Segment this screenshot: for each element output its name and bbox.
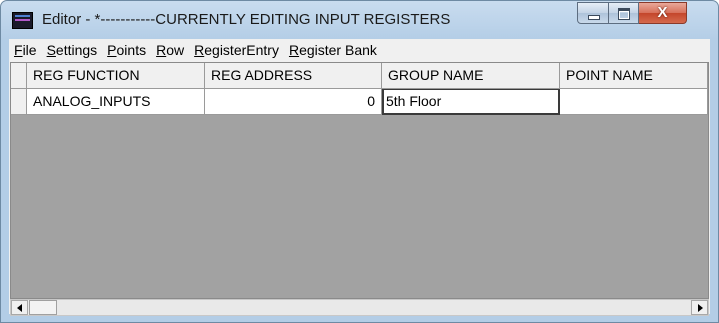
close-icon: X [657,4,668,21]
cell-point-name[interactable] [560,89,708,115]
menu-points[interactable]: Points [102,39,151,62]
minimize-icon [588,15,600,20]
close-button[interactable]: X [639,2,687,24]
maximize-button[interactable] [609,2,639,24]
menu-register-bank[interactable]: Register Bank [284,39,382,62]
horizontal-scrollbar[interactable] [10,299,709,316]
row-header[interactable] [11,89,27,115]
column-header-point-name[interactable]: POINT NAME [560,63,708,89]
scroll-right-button[interactable] [691,300,708,315]
arrow-right-icon [698,304,703,312]
table-row: ANALOG_INPUTS 0 5th Floor [11,89,708,115]
header-row: REG FUNCTION REG ADDRESS GROUP NAME POIN… [11,63,708,89]
column-header-reg-function[interactable]: REG FUNCTION [27,63,205,89]
cell-group-name-editor[interactable]: 5th Floor [382,89,560,115]
row-header-corner[interactable] [11,63,27,89]
cell-reg-function[interactable]: ANALOG_INPUTS [27,89,205,115]
maximize-icon [618,8,630,20]
minimize-button[interactable] [577,2,609,24]
arrow-left-icon [17,304,22,312]
app-icon[interactable] [12,12,33,29]
column-header-reg-address[interactable]: REG ADDRESS [205,63,382,89]
menu-bar: File Settings Points Row RegisterEntry R… [9,39,710,62]
title-bar[interactable]: Editor - *-----------CURRENTLY EDITING I… [1,1,718,39]
menu-row[interactable]: Row [151,39,189,62]
scroll-thumb[interactable] [29,300,57,315]
editor-window: Editor - *-----------CURRENTLY EDITING I… [0,0,719,323]
caption-buttons: X [577,2,687,24]
menu-file[interactable]: File [9,39,42,62]
window-title: Editor - *-----------CURRENTLY EDITING I… [42,11,451,28]
menu-settings[interactable]: Settings [42,39,103,62]
menu-register-entry[interactable]: RegisterEntry [189,39,284,62]
cell-reg-address[interactable]: 0 [205,89,382,115]
register-grid[interactable]: REG FUNCTION REG ADDRESS GROUP NAME POIN… [10,62,709,299]
scroll-left-button[interactable] [11,300,28,315]
column-header-group-name[interactable]: GROUP NAME [382,63,560,89]
client-area: File Settings Points Row RegisterEntry R… [9,39,710,316]
